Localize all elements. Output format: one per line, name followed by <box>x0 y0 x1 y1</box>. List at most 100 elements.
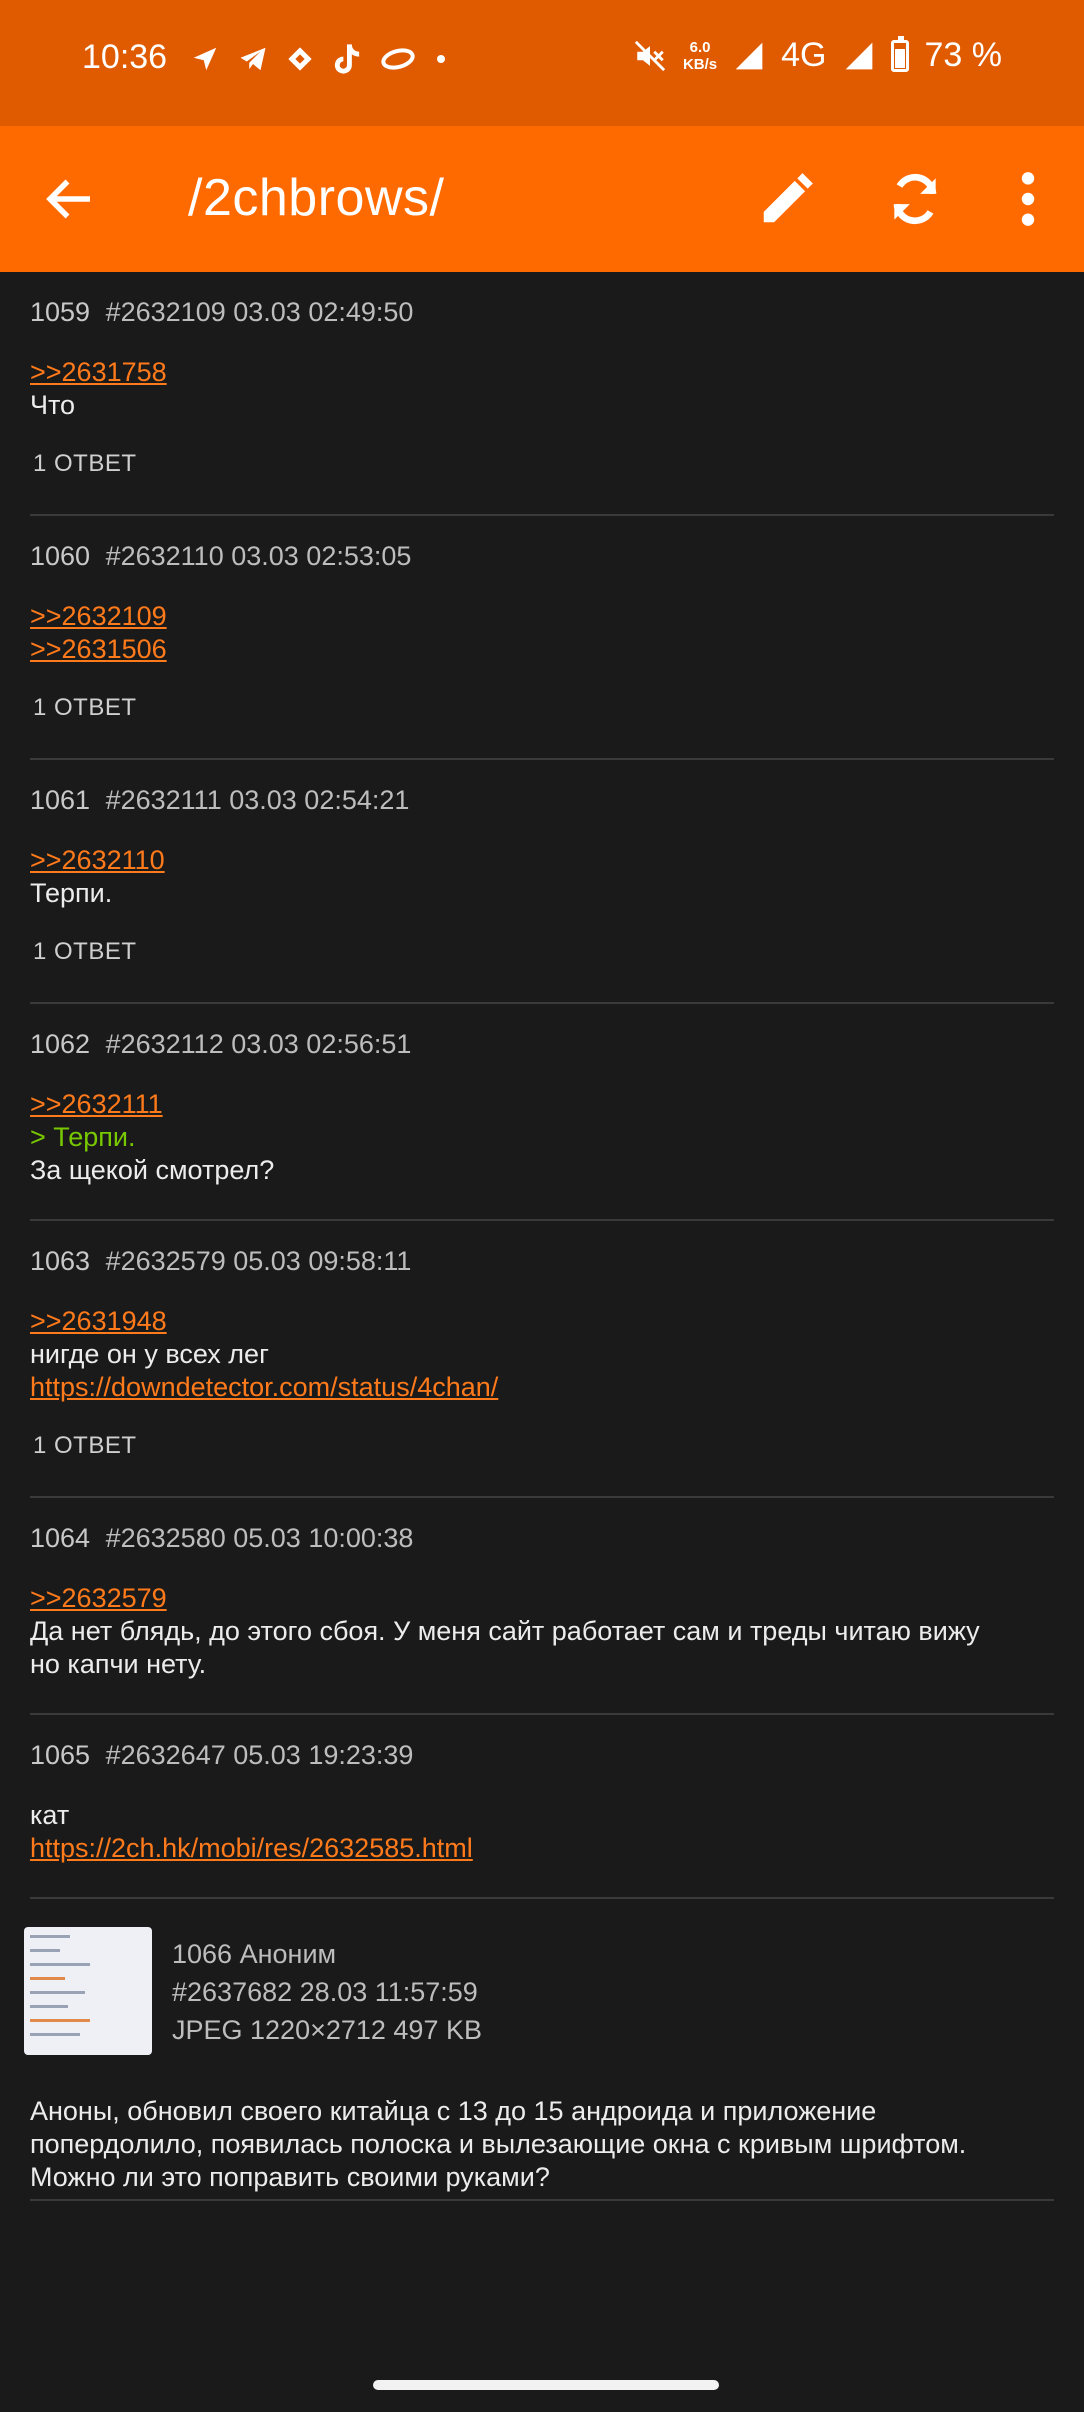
post: 1065 #2632647 05.03 19:23:39 кат https://2… <box>0 1715 1084 1897</box>
ring-icon <box>381 48 415 70</box>
post-text: За щекой смотрел? <box>30 1155 275 1185</box>
page-title: /2chbrows/ <box>188 169 445 227</box>
diamond-icon <box>288 47 312 71</box>
post-header: 1060 #2632110 03.03 02:53:05 <box>30 516 1054 576</box>
post-number: 1064 <box>30 1523 91 1553</box>
post-text: попердолило, появилась полоска и вылезаю… <box>30 2129 967 2159</box>
post: 1066 Аноним #2637682 28.03 11:57:59 JPEG 1… <box>0 1899 1084 2199</box>
tiktok-icon <box>334 44 360 74</box>
post-body: >>2631948 нигде он у всех лег https://down… <box>30 1305 1054 1404</box>
post-number: 1065 <box>30 1740 91 1770</box>
post-header: 1061 #2632111 03.03 02:54:21 <box>30 760 1054 820</box>
post-body: >>2632109 >>2631506 <box>30 600 1054 666</box>
post-text: Что <box>30 390 76 420</box>
thumbnail-line <box>30 2005 68 2008</box>
post-feed[interactable]: 1059 #2632109 03.03 02:49:50 >>2631758 Что… <box>0 272 1084 2201</box>
post-date: 03.03 02:54:21 <box>229 785 410 815</box>
post-link[interactable]: >>2631948 <box>30 1305 167 1338</box>
post-link[interactable]: >>2632579 <box>30 1582 167 1615</box>
post: 1062 #2632112 03.03 02:56:51 >>2632111 > Т… <box>0 1004 1084 1219</box>
post-body: Аноны, обновил своего китайца с 13 до 15… <box>30 2095 966 2194</box>
post-id[interactable]: #2632111 <box>106 785 222 815</box>
post: 1063 #2632579 05.03 09:58:11 >>2631948 ниг… <box>0 1221 1084 1496</box>
net-speed-unit: KB/s <box>682 55 718 73</box>
post-link[interactable]: >>2632110 <box>30 844 165 877</box>
signal-icon <box>845 42 872 69</box>
thumbnail-line <box>30 2033 80 2036</box>
net-speed: 6.0 KB/s <box>683 39 717 73</box>
more-vert-icon[interactable] <box>1010 168 1046 230</box>
thumbnail-line <box>30 1935 70 1938</box>
post-body: кат https://2ch.hk/mobi/res/2632585.html <box>30 1799 1054 1865</box>
post-text: нигде он у всех лег <box>30 1339 269 1369</box>
post-date: 05.03 09:58:11 <box>233 1246 412 1276</box>
network-type: 4G <box>781 36 827 74</box>
post-line: >>2631506 <box>30 633 1054 666</box>
post-id[interactable]: #2632109 <box>106 297 226 327</box>
post-line: >>2631758 <box>30 356 1054 389</box>
thumbnail-line <box>30 1991 85 1994</box>
pencil-icon[interactable] <box>756 168 818 230</box>
post-header: 1065 #2632647 05.03 19:23:39 <box>30 1715 1054 1775</box>
post-text: Аноны, обновил своего китайца с 13 до 15… <box>30 2096 877 2126</box>
app-toolbar: /2chbrows/ <box>0 126 1084 272</box>
post-id[interactable]: #2632647 <box>106 1740 226 1770</box>
replies-button[interactable]: 1 ОТВЕТ <box>33 1432 1054 1460</box>
post-date: 03.03 02:56:51 <box>231 1029 412 1059</box>
post-divider <box>30 2199 1054 2201</box>
post-line: >>2632579 <box>30 1582 1054 1615</box>
post-header: 1064 #2632580 05.03 10:00:38 <box>30 1498 1054 1558</box>
thumbnail-line <box>30 1963 90 1966</box>
thumbnail-line <box>30 2019 90 2022</box>
post-id[interactable]: #2632110 <box>106 541 224 571</box>
post-link[interactable]: >>2631506 <box>30 633 167 666</box>
replies-button[interactable]: 1 ОТВЕТ <box>33 694 1054 722</box>
post-body: >>2632110 Терпи. <box>30 844 1054 910</box>
post-line: >>2632110 <box>30 844 1054 877</box>
status-bar: 10:36 6.0 KB/s 4G 73 % <box>0 0 1084 126</box>
arrow-left-icon[interactable] <box>40 169 100 229</box>
post-number: 1061 <box>30 785 91 815</box>
post-text: но капчи нету. <box>30 1649 207 1679</box>
post-link[interactable]: https://2ch.hk/mobi/res/2632585.html <box>30 1832 473 1865</box>
post-date: 03.03 02:53:05 <box>231 541 412 571</box>
post-number: 1062 <box>30 1029 91 1059</box>
post-number: 1059 <box>30 297 91 327</box>
post-line: >>2632111 <box>30 1088 1054 1121</box>
post-line: https://2ch.hk/mobi/res/2632585.html <box>30 1832 1054 1865</box>
post-id[interactable]: #2632112 <box>106 1029 224 1059</box>
dot-icon <box>437 55 445 63</box>
replies-button[interactable]: 1 ОТВЕТ <box>33 450 1054 478</box>
post-body: >>2631758 Что <box>30 356 1054 422</box>
post-line: https://downdetector.com/status/4chan/ <box>30 1371 1054 1404</box>
post: 1061 #2632111 03.03 02:54:21 >>2632110 Тер… <box>0 760 1084 1002</box>
post-link[interactable]: >>2632109 <box>30 600 167 633</box>
post-body: >>2632111 > Терпи. За щекой смотрел? <box>30 1088 1054 1187</box>
post-date: 05.03 10:00:38 <box>233 1523 414 1553</box>
post: 1064 #2632580 05.03 10:00:38 >>2632579 Да … <box>0 1498 1084 1713</box>
mute-icon <box>634 40 666 71</box>
replies-button[interactable]: 1 ОТВЕТ <box>33 938 1054 966</box>
post: 1060 #2632110 03.03 02:53:05 >>2632109 >>2… <box>0 516 1084 758</box>
post-id[interactable]: #2637682 <box>172 1977 292 2007</box>
post-header: 1063 #2632579 05.03 09:58:11 <box>30 1221 1054 1281</box>
post-quote: > Терпи. <box>30 1122 136 1152</box>
thumbnail-line <box>30 1977 65 1980</box>
post-id[interactable]: #2632580 <box>106 1523 226 1553</box>
post-link[interactable]: >>2631758 <box>30 356 167 389</box>
post-date: 03.03 02:49:50 <box>233 297 414 327</box>
post-body: >>2632579 Да нет блядь, до этого сбоя. У … <box>30 1582 1054 1681</box>
post-id[interactable]: #2632579 <box>106 1246 226 1276</box>
post-text: Да нет блядь, до этого сбоя. У меня сайт… <box>30 1616 980 1646</box>
gesture-bar[interactable] <box>373 2380 719 2390</box>
post-text: Терпи. <box>30 878 113 908</box>
post-number: 1060 <box>30 541 91 571</box>
refresh-icon[interactable] <box>884 168 946 230</box>
battery-icon <box>890 35 909 72</box>
image-thumbnail[interactable] <box>24 1927 152 2055</box>
post-line: >>2632109 <box>30 600 1054 633</box>
post-link[interactable]: https://downdetector.com/status/4chan/ <box>30 1371 498 1404</box>
post-link[interactable]: >>2632111 <box>30 1088 163 1121</box>
post-meta: 1066 Аноним #2637682 28.03 11:57:59 JPEG 1… <box>172 1935 482 2049</box>
post-header: #2637682 28.03 11:57:59 <box>172 1973 482 2011</box>
